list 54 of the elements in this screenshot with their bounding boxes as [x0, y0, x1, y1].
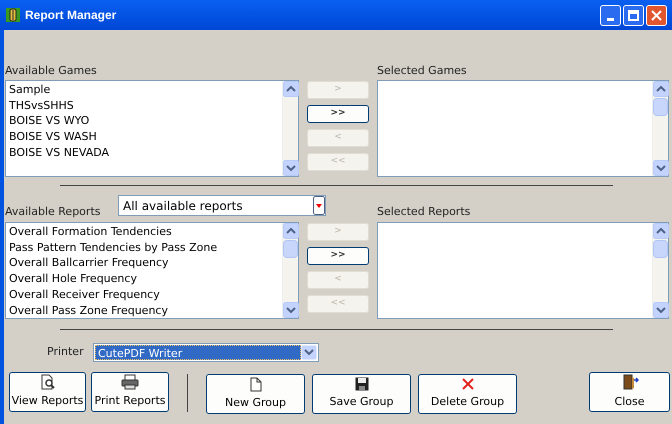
- scroll-up-icon[interactable]: [653, 223, 669, 239]
- scroll-bar[interactable]: [652, 81, 668, 176]
- scroll-thumb[interactable]: [653, 240, 668, 258]
- magnifier-page-icon: [40, 374, 56, 390]
- window-title: Report Manager: [25, 7, 118, 24]
- list-item[interactable]: Overall Receiver Frequency: [9, 286, 282, 303]
- list-item[interactable]: BOISE VS NEVADA: [9, 144, 282, 161]
- list-item[interactable]: Overall Ballcarrier Frequency: [9, 255, 282, 272]
- scroll-down-icon[interactable]: [283, 302, 299, 318]
- list-item[interactable]: BOISE VS WASH: [9, 129, 282, 145]
- scroll-thumb[interactable]: [653, 98, 668, 116]
- list-item[interactable]: Pass Pattern Tendencies by Pass Zone: [9, 240, 282, 256]
- section-label: Available Reports: [5, 204, 102, 220]
- scroll-down-icon[interactable]: [283, 160, 299, 176]
- close-icon: [651, 10, 662, 20]
- toolbar-button[interactable]: Close: [589, 372, 670, 412]
- printer-label: Printer: [47, 344, 85, 360]
- transfer-button[interactable]: >>: [307, 247, 369, 265]
- app-icon: [5, 7, 21, 23]
- printer-dropdown[interactable]: CutePDF Writer: [93, 342, 319, 362]
- delete-cross-icon: [460, 377, 474, 392]
- blank-page-icon: [250, 376, 262, 392]
- list-item[interactable]: Overall Formation Tendencies: [9, 224, 282, 240]
- toolbar-button[interactable]: Delete Group: [418, 374, 517, 414]
- list-item[interactable]: Overall Hole Frequency: [9, 271, 282, 287]
- list-item[interactable]: BOISE VS WYO: [9, 113, 282, 130]
- list-item[interactable]: Overall Pass Zone Frequency: [9, 302, 282, 318]
- toolbar-button[interactable]: Print Reports: [91, 372, 169, 412]
- scroll-down-icon[interactable]: [653, 302, 669, 318]
- list-item[interactable]: THSvsSHHS: [9, 98, 282, 114]
- toolbar-button[interactable]: View Reports: [9, 372, 86, 412]
- scroll-bar[interactable]: [282, 81, 298, 176]
- scroll-up-icon[interactable]: [653, 81, 669, 97]
- minimize-button[interactable]: [600, 4, 621, 26]
- scroll-up-icon[interactable]: [283, 81, 299, 97]
- minimize-icon: [607, 18, 614, 20]
- list-item[interactable]: Sample: [9, 82, 282, 98]
- section-label: Available Games: [5, 62, 98, 78]
- transfer-button[interactable]: >>: [307, 105, 369, 123]
- toolbar-button[interactable]: New Group: [206, 374, 305, 414]
- section-label: Selected Games: [377, 62, 467, 78]
- maximize-icon: [628, 10, 639, 20]
- toolbar-button[interactable]: Save Group: [312, 374, 411, 414]
- door-exit-icon: [620, 373, 638, 392]
- section-label: Selected Reports: [377, 204, 470, 220]
- scroll-up-icon[interactable]: [283, 223, 299, 239]
- printer-icon: [121, 374, 139, 390]
- maximize-button[interactable]: [623, 4, 644, 26]
- scroll-thumb[interactable]: [283, 240, 298, 258]
- close-window-button[interactable]: [646, 4, 667, 26]
- report-filter-dropdown[interactable]: All available reports: [118, 195, 326, 216]
- scroll-bar[interactable]: [282, 223, 298, 318]
- scroll-bar[interactable]: [652, 223, 668, 318]
- scroll-down-icon[interactable]: [653, 160, 669, 176]
